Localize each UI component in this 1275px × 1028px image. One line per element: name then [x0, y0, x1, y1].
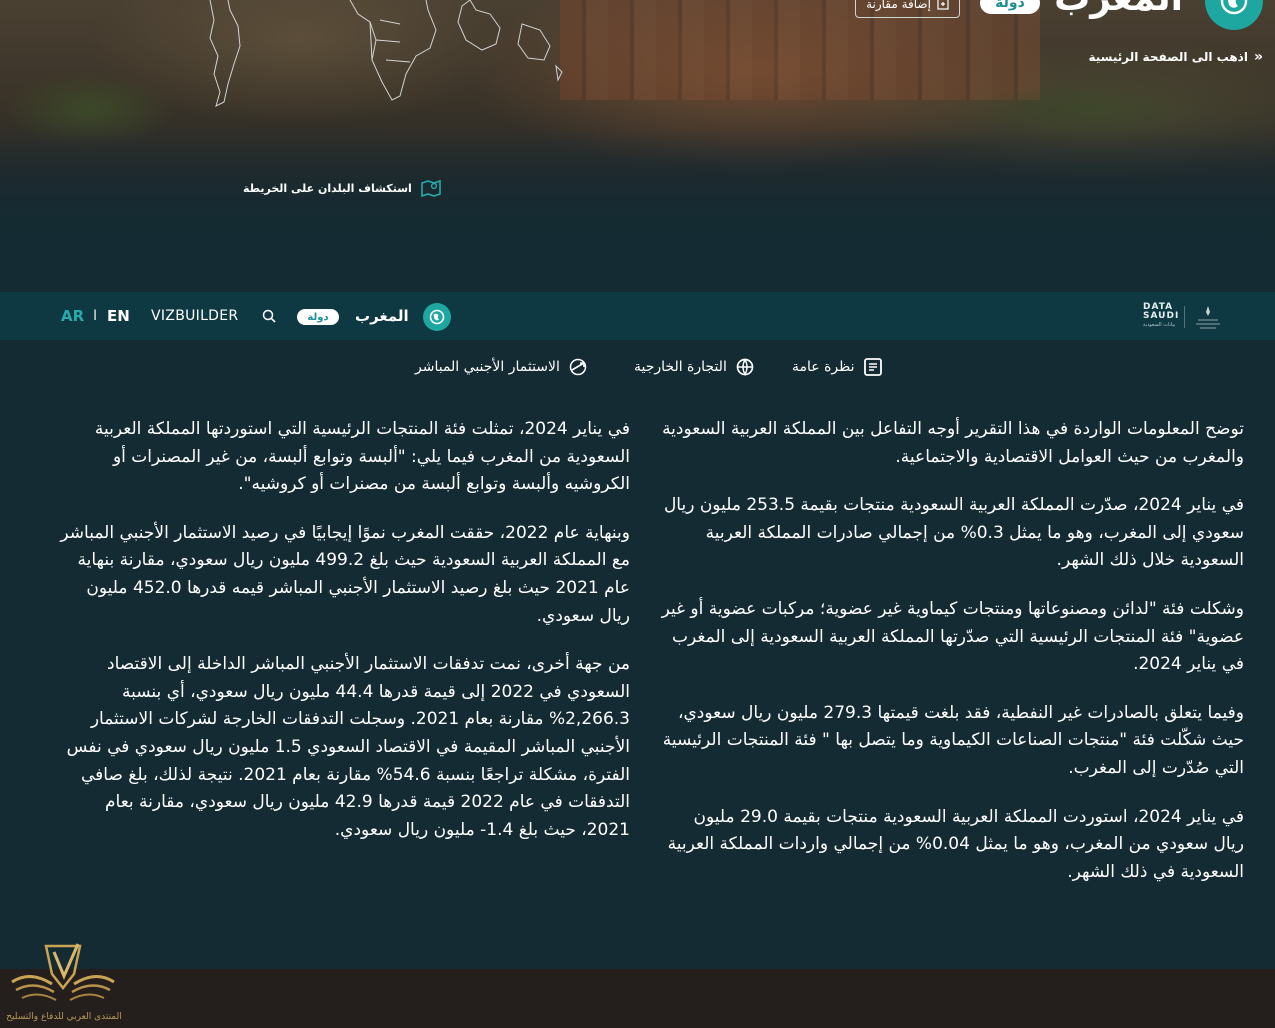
- ministry-emblem-icon: [1196, 306, 1220, 329]
- logo-divider: [1184, 306, 1185, 328]
- paragraph: في يناير 2024، صدّرت المملكة العربية الس…: [663, 495, 1244, 571]
- vizbuilder-link[interactable]: VIZBUILDER: [151, 292, 238, 340]
- nav-country-name: المغرب: [355, 307, 409, 325]
- world-map-outline: [209, 0, 563, 107]
- lang-ar-button[interactable]: AR: [61, 292, 84, 340]
- tab-fdi-label: الاستثمار الأجنبي المباشر: [415, 359, 560, 375]
- explore-map-link[interactable]: استكشاف البلدان على الخريطة: [243, 178, 442, 198]
- nav-globe-icon: [423, 303, 451, 331]
- data-saudi-logo[interactable]: DATA SAUDI بيانات السعودية: [1143, 303, 1179, 331]
- trade-globe-icon: [736, 358, 754, 376]
- forum-watermark-text: المنتدى العربي للدفاع والتسليح: [6, 1012, 122, 1022]
- compare-icon: [937, 0, 949, 10]
- map-pin-icon: [420, 179, 441, 198]
- top-navbar: AR I EN VIZBUILDER دولة المغرب: [0, 292, 1275, 340]
- hero-type-badge: دولة: [980, 0, 1040, 14]
- hero-banner: [0, 0, 1275, 292]
- go-home-label: اذهب الى الصفحة الرئيسية: [1088, 50, 1248, 64]
- paragraph: في يناير 2024، تمثلت فئة المنتجات الرئيس…: [94, 419, 630, 495]
- hero-country-title: المغرب: [1054, 0, 1183, 19]
- footer: [0, 969, 1275, 1028]
- investment-icon: [569, 358, 587, 376]
- document-icon: [863, 358, 882, 376]
- add-compare-button[interactable]: إضافة مقارنة: [855, 0, 960, 18]
- paragraph: وشكلت فئة "لدائن ومصنوعاتها ومنتجات كيما…: [661, 598, 1244, 675]
- double-chevron-left-icon: «: [1253, 49, 1263, 65]
- add-compare-label: إضافة مقارنة: [866, 0, 931, 11]
- search-icon: [262, 309, 276, 323]
- content-left-column: في يناير 2024، تمثلت فئة المنتجات الرئيس…: [58, 416, 630, 865]
- explore-map-label: استكشاف البلدان على الخريطة: [243, 181, 412, 195]
- paragraph: وفيما يتعلق بالصادرات غير النفطية، فقد ب…: [662, 702, 1244, 778]
- tab-fdi[interactable]: الاستثمار الأجنبي المباشر: [415, 356, 588, 378]
- nav-type-badge: دولة: [297, 309, 339, 325]
- lang-en-button[interactable]: EN: [107, 292, 130, 340]
- paragraph: وبنهاية عام 2022، حققت المغرب نموًا إيجا…: [60, 522, 630, 626]
- hero-fade-overlay: [0, 130, 1275, 292]
- search-button[interactable]: [262, 292, 276, 340]
- content-right-column: توضح المعلومات الواردة في هذا التقرير أو…: [660, 416, 1244, 907]
- lang-separator: I: [93, 308, 98, 324]
- tab-foreign-trade[interactable]: التجارة الخارجية: [634, 356, 755, 378]
- tab-overview[interactable]: نظرة عامة: [792, 356, 883, 378]
- tab-overview-label: نظرة عامة: [792, 359, 855, 375]
- paragraph: في يناير 2024، استوردت المملكة العربية ا…: [667, 806, 1244, 882]
- go-home-link[interactable]: « اذهب الى الصفحة الرئيسية: [1088, 49, 1263, 65]
- paragraph: من جهة أخرى، نمت تدفقات الاستثمار الأجنب…: [66, 654, 630, 840]
- tab-foreign-trade-label: التجارة الخارجية: [634, 359, 727, 375]
- data-saudi-logo-text: DATA SAUDI: [1143, 302, 1180, 321]
- data-saudi-logo-subtitle: بيانات السعودية: [1143, 322, 1176, 328]
- paragraph: توضح المعلومات الواردة في هذا التقرير أو…: [662, 419, 1244, 467]
